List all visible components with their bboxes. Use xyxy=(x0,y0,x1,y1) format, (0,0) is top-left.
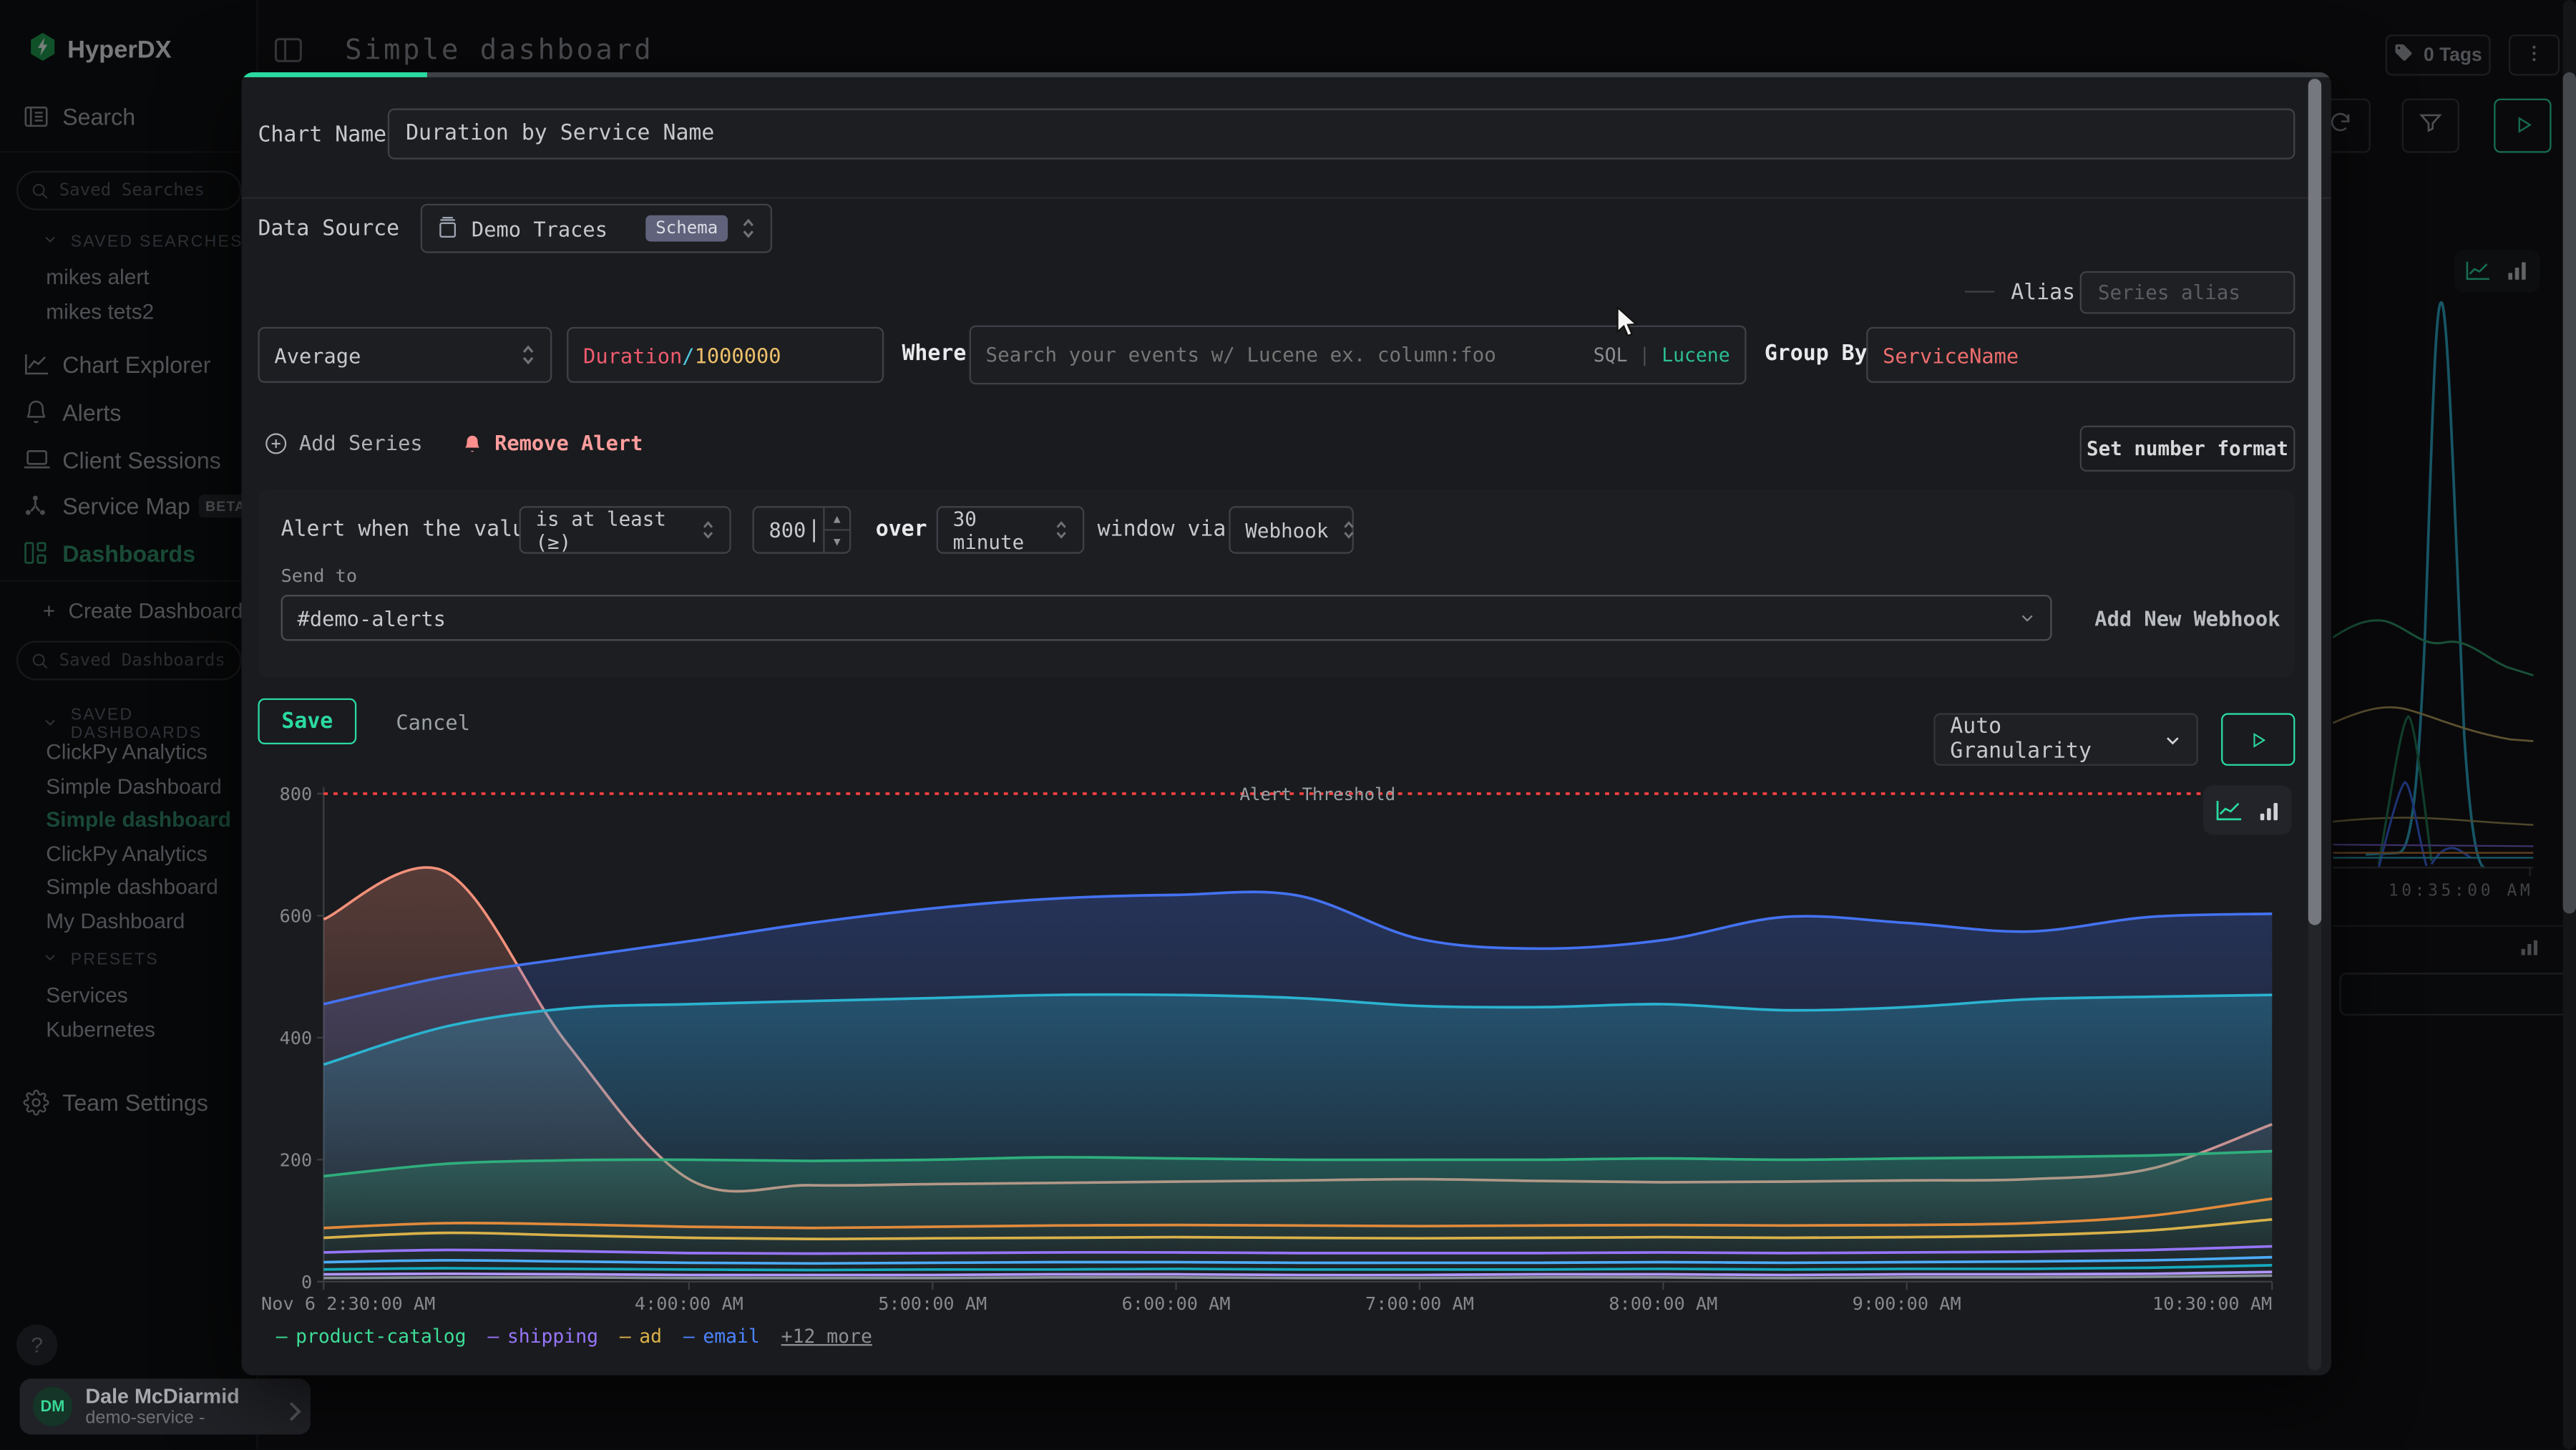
legend-dash: — xyxy=(620,1325,631,1348)
svg-text:800: 800 xyxy=(280,784,313,804)
alert-threshold-input[interactable]: 800 ▲▼ xyxy=(753,506,852,554)
bar-chart-icon[interactable] xyxy=(2258,799,2280,821)
data-source-label: Data Source xyxy=(258,217,399,241)
data-source-select[interactable]: Demo Traces Schema xyxy=(421,204,772,253)
field-expression-input[interactable]: Duration/1000000 xyxy=(567,327,884,383)
add-new-webhook-button[interactable]: Add New Webhook xyxy=(2094,606,2280,631)
schema-badge: Schema xyxy=(645,215,728,242)
alert-prefix-label: Alert when the value xyxy=(281,517,538,542)
svg-text:400: 400 xyxy=(280,1028,313,1048)
legend-item[interactable]: —email xyxy=(683,1325,760,1348)
svg-text:5:00:00 AM: 5:00:00 AM xyxy=(878,1293,987,1314)
section-divider xyxy=(242,198,2331,199)
stepper-up-icon: ▲ xyxy=(825,507,849,530)
progress-bar-track xyxy=(427,72,2331,77)
line-chart-icon[interactable] xyxy=(2215,799,2242,822)
updown-icon xyxy=(1342,520,1355,541)
data-source-value: Demo Traces xyxy=(472,216,633,240)
updown-icon xyxy=(1055,520,1068,541)
over-label: over xyxy=(876,517,927,542)
alert-window-select[interactable]: 30 minute xyxy=(937,506,1085,554)
where-input[interactable] xyxy=(986,344,1581,366)
svg-text:10:30:00 AM: 10:30:00 AM xyxy=(2152,1293,2272,1314)
updown-icon xyxy=(521,344,536,366)
svg-text:0: 0 xyxy=(301,1272,312,1293)
aggregation-select[interactable]: Average xyxy=(258,327,552,383)
legend-dash: — xyxy=(276,1325,288,1348)
user-card[interactable]: DM Dale McDiarmid demo-service - xyxy=(20,1378,311,1434)
progress-bar xyxy=(242,72,427,77)
cancel-button[interactable]: Cancel xyxy=(396,710,470,734)
updown-icon xyxy=(701,520,714,541)
plus-circle-icon xyxy=(265,432,288,454)
chart-name-label: Chart Name xyxy=(258,123,386,147)
avatar: DM xyxy=(33,1387,72,1426)
stepper-down-icon: ▼ xyxy=(825,531,849,553)
group-by-label: Group By xyxy=(1765,342,1868,366)
chart-type-toggle[interactable] xyxy=(2203,785,2292,835)
chart-name-input[interactable] xyxy=(388,109,2296,160)
svg-text:7:00:00 AM: 7:00:00 AM xyxy=(1365,1293,1474,1314)
field-token: Duration xyxy=(583,343,682,367)
alert-condition-select[interactable]: is at least (≥) xyxy=(519,506,731,554)
granularity-select[interactable]: Auto Granularity xyxy=(1933,713,2198,765)
chevron-down-icon xyxy=(2019,610,2036,626)
lucene-label: Lucene xyxy=(1662,344,1729,366)
page-scrollbar[interactable] xyxy=(2563,0,2576,1449)
add-series-button[interactable]: Add Series xyxy=(265,431,423,455)
webhook-select[interactable]: #demo-alerts xyxy=(281,595,2052,641)
alias-label: Alias xyxy=(2011,281,2075,306)
run-chart-button[interactable] xyxy=(2221,713,2295,765)
svg-text:600: 600 xyxy=(280,906,313,927)
window-via-label: window via xyxy=(1098,517,1226,542)
page-scrollbar-thumb[interactable] xyxy=(2563,72,2576,914)
text-caret xyxy=(813,520,814,542)
chevron-right-icon xyxy=(288,1397,303,1429)
chart-legend: —product-catalog —shipping —ad —email +1… xyxy=(276,1325,872,1348)
remove-alert-button[interactable]: Remove Alert xyxy=(462,431,643,455)
legend-dash: — xyxy=(487,1325,499,1348)
mouse-cursor xyxy=(1615,306,1639,345)
legend-item[interactable]: —ad xyxy=(620,1325,662,1348)
alert-channel-select[interactable]: Webhook xyxy=(1229,506,1353,554)
legend-item[interactable]: —shipping xyxy=(487,1325,598,1348)
legend-dash: — xyxy=(683,1325,695,1348)
updown-icon xyxy=(741,217,756,240)
chevron-down-icon xyxy=(2164,731,2182,749)
legend-item[interactable]: —product-catalog xyxy=(276,1325,467,1348)
svg-text:Nov 6 2:30:00 AM: Nov 6 2:30:00 AM xyxy=(261,1293,435,1314)
svg-text:8:00:00 AM: 8:00:00 AM xyxy=(1609,1293,1717,1314)
app-root: Simple dashboard 0 Tags xyxy=(0,0,2576,1449)
svg-text:4:00:00 AM: 4:00:00 AM xyxy=(635,1293,743,1314)
bell-filled-icon xyxy=(462,432,483,454)
database-icon xyxy=(437,217,459,240)
svg-text:Alert Threshold: Alert Threshold xyxy=(1240,784,1396,804)
sql-label: SQL xyxy=(1594,344,1628,366)
play-icon xyxy=(2249,731,2267,749)
aggregation-value: Average xyxy=(274,343,507,367)
alias-connector-line xyxy=(1965,291,1994,292)
user-subtitle: demo-service - xyxy=(85,1408,205,1429)
where-label: Where xyxy=(902,342,966,366)
sql-mode-toggle[interactable]: SQL | Lucene xyxy=(1594,344,1730,366)
user-name: Dale McDiarmid xyxy=(85,1385,239,1408)
svg-text:200: 200 xyxy=(280,1150,313,1171)
set-number-format-button[interactable]: Set number format xyxy=(2080,426,2296,472)
send-to-label: Send to xyxy=(281,565,357,587)
edit-chart-modal: Chart Name Data Source Demo Traces Schem… xyxy=(242,72,2331,1376)
svg-text:9:00:00 AM: 9:00:00 AM xyxy=(1853,1293,1961,1314)
duration-chart: 0 200 400 600 800 Nov 6 2:30:00 AM 4:00:00 AM 5… xyxy=(258,776,2295,1318)
legend-more-button[interactable]: +12 more xyxy=(781,1325,872,1348)
save-button[interactable]: Save xyxy=(258,699,356,744)
alias-input[interactable] xyxy=(2080,271,2296,314)
field-token: 1000000 xyxy=(695,343,781,367)
group-by-input[interactable]: ServiceName xyxy=(1866,327,2295,383)
group-by-value: ServiceName xyxy=(1883,343,2019,367)
modal-scrollbar[interactable] xyxy=(2308,77,2321,1371)
svg-text:6:00:00 AM: 6:00:00 AM xyxy=(1122,1293,1231,1314)
modal-scrollbar-thumb[interactable] xyxy=(2308,79,2321,925)
number-stepper[interactable]: ▲▼ xyxy=(823,507,849,552)
field-token: / xyxy=(682,343,694,367)
